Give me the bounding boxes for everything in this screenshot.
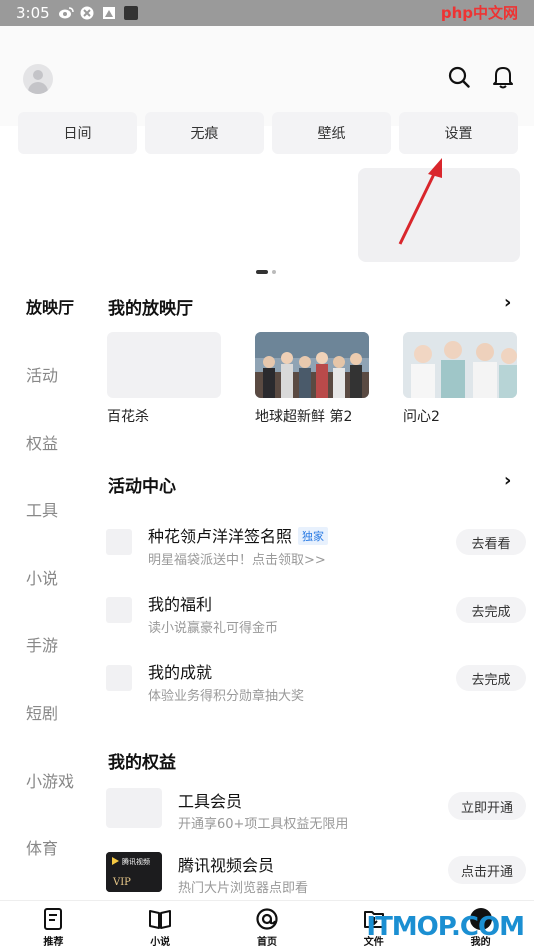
benefit-item[interactable]: 工具会员 开通享60+项工具权益无限用 立即开通 xyxy=(106,788,526,834)
nav-activity[interactable]: 活动 xyxy=(26,362,58,386)
activity-item-button[interactable]: 去完成 xyxy=(456,597,526,623)
tab-label: 小说 xyxy=(150,937,171,948)
status-time: 3:05 xyxy=(16,4,50,22)
theater-card[interactable]: 百花杀 xyxy=(107,332,221,426)
document-icon xyxy=(44,908,63,930)
activity-more-chevron-icon[interactable]: › xyxy=(504,470,511,491)
app-icon xyxy=(80,6,94,20)
weibo-icon xyxy=(58,6,74,20)
activity-item-title: 我的福利 xyxy=(148,595,213,614)
book-icon xyxy=(149,910,172,929)
tab-recommend[interactable]: 推荐 xyxy=(0,901,107,950)
quick-actions: 日间 无痕 壁纸 设置 xyxy=(18,112,518,154)
carousel-dots xyxy=(256,270,276,274)
activity-item-title: 种花领卢洋洋签名照 独家 xyxy=(148,523,329,547)
card-title: 百花杀 xyxy=(107,409,149,425)
left-nav: 放映厅 活动 权益 工具 小说 手游 短剧 小游戏 体育 xyxy=(0,284,92,904)
card-thumbnail xyxy=(255,332,369,398)
watermark-bottom: ITMOP.COM xyxy=(366,912,525,942)
watermark-top: php中文网 xyxy=(440,4,518,22)
benefits-title: 我的权益 xyxy=(108,753,176,773)
theater-card[interactable]: 地球超新鲜 第2 xyxy=(255,332,369,426)
bell-icon[interactable] xyxy=(490,64,516,90)
benefit-item-title: 工具会员 xyxy=(178,792,243,811)
vip-text: VIP xyxy=(112,877,131,888)
activity-item-icon xyxy=(106,665,132,691)
card-thumbnail xyxy=(403,332,517,398)
benefit-item-button[interactable]: 点击开通 xyxy=(448,856,526,884)
theater-more-chevron-icon[interactable]: › xyxy=(504,292,511,313)
card-title: 地球超新鲜 第2 xyxy=(255,409,353,425)
tab-label: 推荐 xyxy=(43,937,64,948)
activity-item[interactable]: 我的福利 读小说赢豪礼可得金币 去完成 xyxy=(106,591,526,643)
activity-item[interactable]: 种花领卢洋洋签名照 独家 明星福袋派送中！点击领取>> 去看看 xyxy=(106,523,526,575)
activity-item-subtitle: 体验业务得积分勋章抽大奖 xyxy=(148,689,305,704)
benefit-item-subtitle: 开通享60+项工具权益无限用 xyxy=(178,817,349,832)
search-icon[interactable] xyxy=(446,64,472,90)
activity-item[interactable]: 我的成就 体验业务得积分勋章抽大奖 去完成 xyxy=(106,659,526,711)
quick-wallpaper[interactable]: 壁纸 xyxy=(272,112,391,154)
benefit-item-button[interactable]: 立即开通 xyxy=(448,792,526,820)
activity-title: 活动中心 xyxy=(108,477,176,497)
nav-short-drama[interactable]: 短剧 xyxy=(26,700,58,724)
nav-novel[interactable]: 小说 xyxy=(26,565,58,589)
notification-square-icon xyxy=(123,6,138,20)
nav-benefits[interactable]: 权益 xyxy=(26,430,58,454)
home-at-icon xyxy=(256,908,278,930)
benefit-item-subtitle: 热门大片浏览器点即看 xyxy=(178,881,309,896)
benefit-item[interactable]: 腾讯视频 VIP 腾讯视频会员 热门大片浏览器点即看 点击开通 xyxy=(106,852,526,898)
activity-item-title: 我的成就 xyxy=(148,663,213,682)
avatar[interactable] xyxy=(23,64,53,94)
quick-settings[interactable]: 设置 xyxy=(399,112,518,154)
profile-header xyxy=(0,26,534,126)
activity-item-subtitle: 明星福袋派送中！点击领取>> xyxy=(148,553,326,568)
tab-label: 首页 xyxy=(256,937,277,948)
tencent-video-vip-icon: 腾讯视频 VIP xyxy=(106,852,162,892)
nav-sports[interactable]: 体育 xyxy=(26,835,58,859)
annotation-arrow xyxy=(398,158,442,245)
nav-theater[interactable]: 放映厅 xyxy=(26,294,74,318)
benefit-item-title: 腾讯视频会员 xyxy=(178,856,275,875)
card-thumbnail xyxy=(107,332,221,398)
tools-membership-icon xyxy=(106,788,162,828)
activity-item-button[interactable]: 去完成 xyxy=(456,665,526,691)
quick-day-mode[interactable]: 日间 xyxy=(18,112,137,154)
image-icon xyxy=(102,6,116,20)
activity-item-icon xyxy=(106,529,132,555)
activity-item-icon xyxy=(106,597,132,623)
exclusive-badge: 独家 xyxy=(298,527,329,545)
nav-mobile-games[interactable]: 手游 xyxy=(26,632,58,656)
nav-mini-games[interactable]: 小游戏 xyxy=(26,768,74,792)
card-title: 问心2 xyxy=(403,409,440,425)
theater-card[interactable]: 问心2 xyxy=(403,332,517,426)
activity-item-subtitle: 读小说赢豪礼可得金币 xyxy=(148,621,279,636)
theater-title: 我的放映厅 xyxy=(108,299,193,319)
tab-novel[interactable]: 小说 xyxy=(107,901,214,950)
activity-item-button[interactable]: 去看看 xyxy=(456,529,526,555)
nav-tools[interactable]: 工具 xyxy=(26,497,58,521)
tencent-video-logo-text: 腾讯视频 xyxy=(122,857,150,866)
quick-incognito[interactable]: 无痕 xyxy=(145,112,264,154)
tab-home[interactable]: 首页 xyxy=(214,901,321,950)
